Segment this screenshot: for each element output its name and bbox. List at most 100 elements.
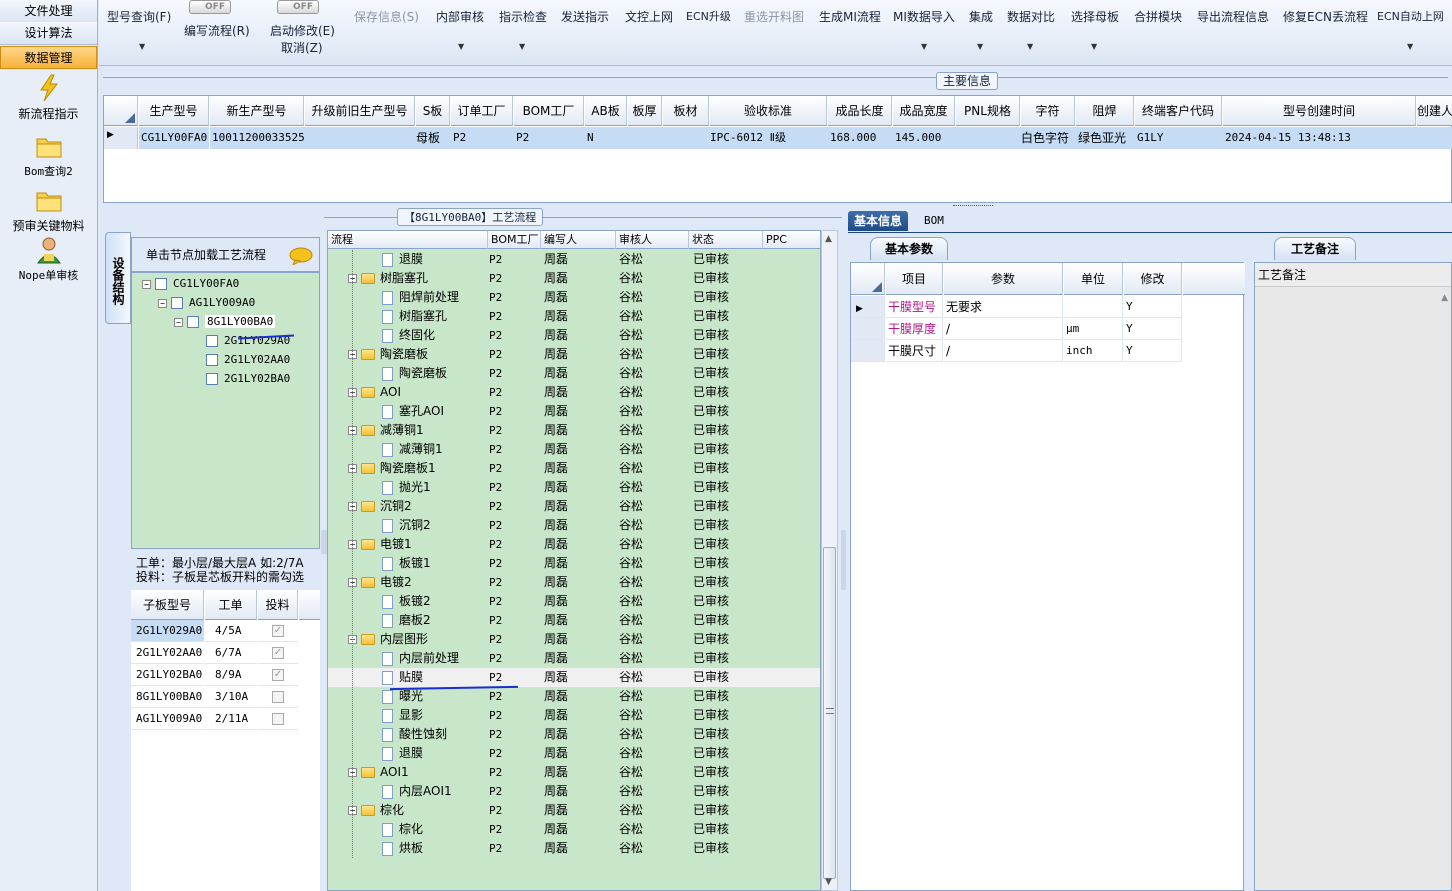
col-header[interactable]: 新生产型号 bbox=[210, 96, 304, 126]
process-row[interactable]: − 棕化 P2 周磊 谷松 已审核 bbox=[328, 801, 820, 820]
panel-collapse-handle[interactable] bbox=[321, 530, 327, 554]
tree-node-selected[interactable]: −8G1LY00BA0 bbox=[174, 315, 276, 328]
process-row[interactable]: − 沉铜2 P2 周磊 谷松 已审核 bbox=[328, 497, 820, 516]
param-value[interactable]: 无要求 bbox=[944, 296, 1063, 318]
process-row[interactable]: − 陶瓷磨板1 P2 周磊 谷松 已审核 bbox=[328, 459, 820, 478]
tree-node[interactable]: − CG1LY00FA0 bbox=[142, 277, 239, 290]
process-row[interactable]: 板镀1 P2 周磊 谷松 已审核 bbox=[328, 554, 820, 573]
col-header[interactable]: 流程 bbox=[328, 231, 488, 249]
table-cell[interactable]: P2 bbox=[451, 127, 514, 149]
param-modify[interactable]: Y bbox=[1124, 296, 1182, 318]
nav-item-bom-query[interactable]: Bom查询2 bbox=[0, 132, 97, 179]
col-header[interactable]: 升级前旧生产型号 bbox=[305, 96, 415, 126]
table-cell[interactable]: 白色字符 bbox=[1021, 127, 1076, 149]
col-header[interactable]: 字符 bbox=[1021, 96, 1075, 126]
data-compare-button[interactable]: 数据对比 ▼ bbox=[1007, 8, 1055, 51]
nav-tab-data[interactable]: 数据管理 bbox=[0, 46, 97, 69]
col-header[interactable]: 状态 bbox=[689, 231, 763, 249]
process-row[interactable]: 树脂塞孔 P2 周磊 谷松 已审核 bbox=[328, 307, 820, 326]
col-header[interactable]: 参数 bbox=[944, 263, 1063, 295]
mi-data-import-button[interactable]: MI数据导入 ▼ bbox=[893, 8, 955, 51]
col-header[interactable]: 修改 bbox=[1124, 263, 1182, 295]
nav-item-precheck[interactable]: 预审关键物料 bbox=[0, 186, 97, 234]
tree-node[interactable]: 2G1LY02AA0 bbox=[206, 353, 290, 366]
checkbox[interactable]: ✓ bbox=[258, 664, 298, 686]
process-row[interactable]: 显影 P2 周磊 谷松 已审核 bbox=[328, 706, 820, 725]
param-modify[interactable]: Y bbox=[1124, 340, 1182, 362]
col-header[interactable]: BOM工厂 bbox=[514, 96, 584, 126]
table-cell[interactable]: P2 bbox=[514, 127, 585, 149]
process-row[interactable]: − 内层图形 P2 周磊 谷松 已审核 bbox=[328, 630, 820, 649]
notes-textarea[interactable] bbox=[1255, 287, 1451, 890]
process-row[interactable]: − 陶瓷磨板 P2 周磊 谷松 已审核 bbox=[328, 345, 820, 364]
table-cell[interactable]: 母板 bbox=[416, 127, 451, 149]
tab-process-notes[interactable]: 工艺备注 bbox=[1274, 237, 1356, 260]
table-cell[interactable]: 2024-04-15 13:48:13 bbox=[1223, 127, 1417, 149]
tab-basic-params[interactable]: 基本参数 bbox=[870, 237, 948, 260]
process-row[interactable]: − 减薄铜1 P2 周磊 谷松 已审核 bbox=[328, 421, 820, 440]
fix-ecn-flow-button[interactable]: 修复ECN丢流程 bbox=[1283, 8, 1368, 25]
cancel-button[interactable]: 取消(Z) bbox=[281, 39, 323, 56]
process-row[interactable]: 酸性蚀刻 P2 周磊 谷松 已审核 bbox=[328, 725, 820, 744]
col-header[interactable]: 阻焊 bbox=[1076, 96, 1134, 126]
param-item[interactable]: 干膜厚度 bbox=[886, 318, 943, 340]
col-header[interactable]: 项目 bbox=[886, 263, 943, 295]
table-cell[interactable]: 绿色亚光 bbox=[1076, 127, 1135, 149]
table-cell[interactable]: G1LY bbox=[1135, 127, 1223, 149]
edit-flow-button[interactable]: 编写流程(R) bbox=[184, 22, 250, 39]
edit-flow-toggle[interactable]: OFF bbox=[189, 0, 231, 14]
col-header[interactable]: 板厚 bbox=[628, 96, 662, 126]
nav-tab-design[interactable]: 设计算法 bbox=[0, 22, 97, 45]
send-instruction-button[interactable]: 发送指示 bbox=[561, 8, 609, 25]
table-cell[interactable] bbox=[628, 127, 663, 149]
table-cell[interactable] bbox=[305, 127, 416, 149]
row-indicator[interactable]: ▶ bbox=[104, 127, 138, 149]
scroll-down-icon[interactable]: ▼ bbox=[825, 877, 832, 887]
col-header[interactable]: 成品长度 bbox=[828, 96, 892, 126]
checkbox[interactable] bbox=[258, 708, 298, 730]
instruction-check-button[interactable]: 指示检查 ▼ bbox=[499, 8, 547, 51]
checkbox[interactable]: ✓ bbox=[258, 642, 298, 664]
col-header[interactable]: S板 bbox=[416, 96, 450, 126]
col-header[interactable]: BOM工厂 bbox=[488, 231, 541, 249]
nav-item-new-flow[interactable]: 新流程指示 bbox=[0, 74, 97, 122]
col-header[interactable]: PPC bbox=[763, 231, 820, 249]
row-indicator[interactable] bbox=[851, 340, 885, 362]
table-cell[interactable]: N bbox=[585, 127, 628, 149]
merge-module-button[interactable]: 合拼模块 bbox=[1134, 8, 1182, 25]
integrate-button[interactable]: 集成 ▼ bbox=[969, 8, 993, 51]
table-cell[interactable]: CG1LY00FA0 bbox=[139, 127, 209, 149]
doc-control-online-button[interactable]: 文控上网 bbox=[625, 8, 673, 25]
structure-side-tab[interactable]: 设备结构 bbox=[105, 232, 131, 324]
param-modify[interactable]: Y bbox=[1124, 318, 1182, 340]
col-header[interactable]: 审核人 bbox=[616, 231, 689, 249]
nav-item-nope-review[interactable]: Nope单审核 bbox=[0, 236, 97, 283]
ecn-auto-online-button[interactable]: ECN自动上网 ▼ bbox=[1377, 8, 1444, 51]
process-row[interactable]: 板镀2 P2 周磊 谷松 已审核 bbox=[328, 592, 820, 611]
table-cell[interactable]: 4/5A bbox=[205, 620, 257, 642]
param-item[interactable]: 干膜尺寸 bbox=[886, 340, 943, 362]
table-cell[interactable]: 168.000 bbox=[828, 127, 893, 149]
param-unit[interactable] bbox=[1064, 296, 1123, 318]
process-row[interactable]: 终固化 P2 周磊 谷松 已审核 bbox=[328, 326, 820, 345]
table-cell[interactable]: 8/9A bbox=[205, 664, 257, 686]
tab-basic-info[interactable]: 基本信息 bbox=[848, 211, 909, 231]
checkbox[interactable]: ✓ bbox=[258, 620, 298, 642]
collapse-icon[interactable]: − bbox=[142, 279, 151, 289]
process-row[interactable]: − AOI1 P2 周磊 谷松 已审核 bbox=[328, 763, 820, 782]
collapse-icon[interactable]: − bbox=[158, 298, 167, 308]
scroll-thumb[interactable] bbox=[823, 547, 836, 879]
process-row[interactable]: 阻焊前处理 P2 周磊 谷松 已审核 bbox=[328, 288, 820, 307]
param-unit[interactable]: μm bbox=[1064, 318, 1123, 340]
table-cell[interactable] bbox=[663, 127, 710, 149]
process-row[interactable]: 塞孔AOI P2 周磊 谷松 已审核 bbox=[328, 402, 820, 421]
table-cell[interactable]: 2G1LY02BA0 bbox=[131, 664, 204, 686]
process-row[interactable]: 棕化 P2 周磊 谷松 已审核 bbox=[328, 820, 820, 839]
col-header[interactable]: PNL规格 bbox=[956, 96, 1020, 126]
process-row[interactable]: 贴膜 P2 周磊 谷松 已审核 bbox=[328, 668, 820, 687]
process-row[interactable]: 内层前处理 P2 周磊 谷松 已审核 bbox=[328, 649, 820, 668]
row-indicator[interactable]: ▶ bbox=[851, 296, 885, 318]
table-cell[interactable] bbox=[956, 127, 1021, 149]
select-mother-board-button[interactable]: 选择母板 ▼ bbox=[1071, 8, 1119, 51]
param-value[interactable]: / bbox=[944, 340, 1063, 362]
